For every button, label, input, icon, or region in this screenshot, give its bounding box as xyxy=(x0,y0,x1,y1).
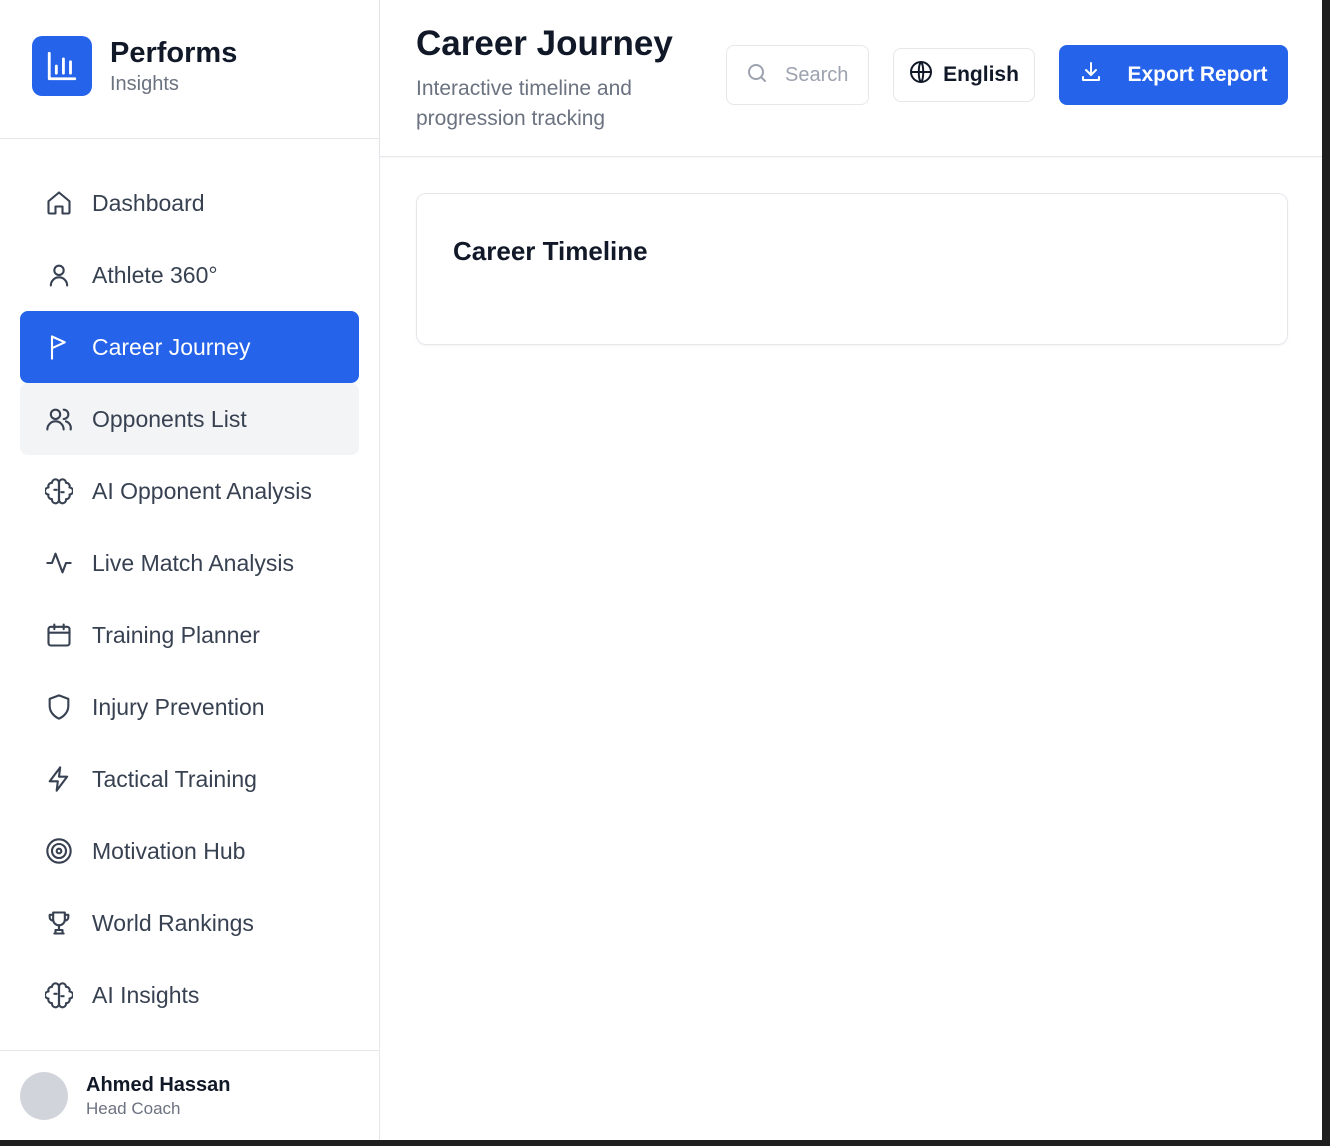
sidebar-item-opponents-list[interactable]: Opponents List xyxy=(20,383,359,455)
page-header: Career Journey Interactive timeline and … xyxy=(380,0,1322,157)
page-subtitle: Interactive timeline and progression tra… xyxy=(416,77,632,130)
sidebar-item-label: Motivation Hub xyxy=(92,837,246,864)
zap-icon xyxy=(44,764,74,794)
app-window: Performs Insights Dashboard Athlete 360° xyxy=(0,0,1322,1140)
download-icon xyxy=(1079,60,1103,90)
brand-name: Performs xyxy=(110,37,238,69)
user-role: Head Coach xyxy=(86,1098,181,1118)
search-icon xyxy=(745,61,769,90)
sidebar-item-label: Injury Prevention xyxy=(92,693,265,720)
sidebar-item-world-rankings[interactable]: World Rankings xyxy=(20,887,359,959)
page-body: Career Timeline xyxy=(380,157,1322,1140)
sidebar-item-dashboard[interactable]: Dashboard xyxy=(20,167,359,239)
sidebar-item-label: World Rankings xyxy=(92,909,254,936)
globe-icon xyxy=(909,60,933,90)
sidebar-item-tactical-training[interactable]: Tactical Training xyxy=(20,743,359,815)
sidebar-item-label: Live Match Analysis xyxy=(92,549,294,576)
sidebar-item-ai-opponent-analysis[interactable]: AI Opponent Analysis xyxy=(20,455,359,527)
brain-icon xyxy=(44,980,74,1010)
sidebar-item-motivation-hub[interactable]: Motivation Hub xyxy=(20,815,359,887)
home-icon xyxy=(44,188,74,218)
sidebar-item-label: Tactical Training xyxy=(92,765,257,792)
avatar xyxy=(20,1071,68,1120)
sidebar-item-training-planner[interactable]: Training Planner xyxy=(20,599,359,671)
user-profile[interactable]: Ahmed Hassan Head Coach xyxy=(0,1050,379,1140)
sidebar-item-live-match-analysis[interactable]: Live Match Analysis xyxy=(20,527,359,599)
brand-subtitle: Insights xyxy=(110,73,179,95)
activity-icon xyxy=(44,548,74,578)
card-title: Career Timeline xyxy=(453,236,648,266)
sidebar-item-injury-prevention[interactable]: Injury Prevention xyxy=(20,671,359,743)
sidebar-item-label: Training Planner xyxy=(92,621,260,648)
shield-icon xyxy=(44,692,74,722)
search-input[interactable] xyxy=(785,63,849,87)
main-content: Career Journey Interactive timeline and … xyxy=(380,0,1322,1140)
language-button[interactable]: English xyxy=(893,48,1035,102)
brain-icon xyxy=(44,476,74,506)
trophy-icon xyxy=(44,908,74,938)
sidebar-item-label: AI Opponent Analysis xyxy=(92,477,312,504)
sidebar-item-athlete-360[interactable]: Athlete 360° xyxy=(20,239,359,311)
target-icon xyxy=(44,836,74,866)
language-label: English xyxy=(943,63,1019,86)
brand: Performs Insights xyxy=(0,0,379,139)
calendar-icon xyxy=(44,620,74,650)
sidebar-item-label: AI Insights xyxy=(92,981,200,1008)
sidebar-item-career-journey[interactable]: Career Journey xyxy=(20,311,359,383)
user-name: Ahmed Hassan xyxy=(86,1073,231,1096)
career-timeline-card: Career Timeline xyxy=(416,193,1288,345)
export-label: Export Report xyxy=(1127,63,1268,86)
sidebar-item-label: Athlete 360° xyxy=(92,261,218,288)
page-title: Career Journey xyxy=(416,24,673,63)
sidebar-item-label: Dashboard xyxy=(92,189,205,216)
sidebar-item-label: Career Journey xyxy=(92,333,251,360)
user-icon xyxy=(44,260,74,290)
search-box[interactable] xyxy=(726,45,869,105)
sidebar: Performs Insights Dashboard Athlete 360° xyxy=(0,0,380,1140)
sidebar-nav: Dashboard Athlete 360° Career Journey Op… xyxy=(0,139,379,1031)
flag-icon xyxy=(44,332,74,362)
users-icon xyxy=(44,404,74,434)
sidebar-item-ai-insights[interactable]: AI Insights xyxy=(20,959,359,1031)
sidebar-item-label: Opponents List xyxy=(92,405,247,432)
export-report-button[interactable]: Export Report xyxy=(1059,45,1288,105)
bar-chart-icon xyxy=(32,36,92,96)
